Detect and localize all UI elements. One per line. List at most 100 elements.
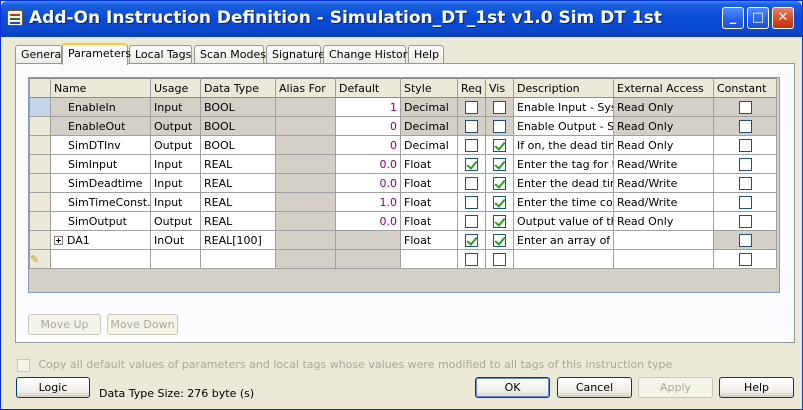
new-row-cell[interactable]	[457, 249, 486, 269]
tab-change-history[interactable]: Change History	[323, 45, 414, 64]
row-header[interactable]	[29, 211, 51, 231]
param-name-cell[interactable]: SimInput	[50, 154, 151, 174]
new-row-cell[interactable]	[400, 249, 458, 269]
help-button[interactable]: Help	[719, 377, 794, 398]
req-cell[interactable]	[457, 135, 486, 155]
row-header[interactable]	[29, 192, 51, 212]
param-name-cell[interactable]: EnableOut	[50, 116, 151, 136]
description-cell[interactable]: Enter the dead tim...	[513, 173, 614, 193]
style-cell[interactable]: Float	[400, 173, 458, 193]
description-cell[interactable]: If on, the dead tim...	[513, 135, 614, 155]
alias-for-cell[interactable]	[275, 116, 336, 136]
constant-cell[interactable]	[713, 154, 777, 174]
ok-button[interactable]: OK	[475, 377, 550, 398]
minimize-button[interactable]: _	[722, 7, 744, 29]
constant-checkbox[interactable]	[738, 119, 752, 133]
usage-cell[interactable]: Output	[150, 211, 201, 231]
new-row-cell[interactable]	[275, 249, 336, 269]
req-checkbox[interactable]	[465, 100, 478, 114]
constant-checkbox[interactable]	[738, 138, 752, 152]
param-name-cell[interactable]: SimDTInv	[50, 135, 151, 155]
alias-for-cell[interactable]	[275, 230, 336, 250]
usage-cell[interactable]: Output	[150, 116, 201, 136]
vis-cell[interactable]	[485, 230, 514, 250]
vis-cell[interactable]	[485, 211, 514, 231]
tab-general[interactable]: General	[15, 45, 64, 64]
col-header-default[interactable]: Default	[335, 78, 401, 98]
row-header[interactable]	[29, 135, 51, 155]
alias-for-cell[interactable]	[275, 154, 336, 174]
default-cell[interactable]: 0.0	[335, 211, 401, 231]
req-checkbox[interactable]	[465, 176, 478, 190]
constant-cell[interactable]	[713, 173, 777, 193]
data-type-cell[interactable]: REAL	[200, 173, 276, 193]
alias-for-cell[interactable]	[275, 192, 336, 212]
new-row-checkbox[interactable]	[493, 252, 506, 266]
default-cell[interactable]: 0	[335, 135, 401, 155]
external-access-cell[interactable]	[613, 230, 714, 250]
vis-checkbox[interactable]	[493, 176, 506, 190]
constant-checkbox[interactable]	[738, 233, 752, 247]
constant-cell[interactable]	[713, 97, 777, 117]
external-access-cell[interactable]: Read Only	[613, 211, 714, 231]
description-cell[interactable]: Enable Input - Sys...	[513, 97, 614, 117]
usage-cell[interactable]: InOut	[150, 230, 201, 250]
vis-cell[interactable]	[485, 97, 514, 117]
vis-cell[interactable]	[485, 173, 514, 193]
table-row[interactable]: EnableIn Input BOOL 1 Decimal Enable Input - …	[29, 97, 777, 117]
table-row[interactable]: SimOutput Output REAL 0.0 Float Output value …	[29, 211, 777, 231]
title-bar[interactable]: Add-On Instruction Definition - Simulati…	[1, 1, 802, 37]
style-cell[interactable]: Float	[400, 192, 458, 212]
maximize-button[interactable]: □	[747, 7, 769, 29]
req-cell[interactable]	[457, 192, 486, 212]
usage-cell[interactable]: Output	[150, 135, 201, 155]
vis-cell[interactable]	[485, 154, 514, 174]
req-checkbox[interactable]	[465, 214, 478, 228]
table-row[interactable]: SimTimeConst... Input REAL 1.0 Float Enter th…	[29, 192, 777, 212]
external-access-cell[interactable]: Read Only	[613, 116, 714, 136]
req-checkbox[interactable]	[465, 157, 478, 171]
data-type-cell[interactable]: BOOL	[200, 97, 276, 117]
new-row-cell[interactable]	[713, 249, 777, 269]
external-access-cell[interactable]: Read/Write	[613, 173, 714, 193]
row-header[interactable]	[29, 116, 51, 136]
new-row-cell[interactable]	[485, 249, 514, 269]
constant-cell[interactable]	[713, 116, 777, 136]
req-checkbox[interactable]	[465, 233, 478, 247]
col-header-style[interactable]: Style	[400, 78, 458, 98]
col-header-description[interactable]: Description	[513, 78, 614, 98]
constant-checkbox[interactable]	[738, 214, 752, 228]
default-cell[interactable]: 0.0	[335, 154, 401, 174]
col-header-data-type[interactable]: Data Type	[200, 78, 276, 98]
new-row-checkbox[interactable]	[465, 252, 478, 266]
data-type-cell[interactable]: REAL	[200, 211, 276, 231]
col-header-constant[interactable]: Constant	[713, 78, 777, 98]
alias-for-cell[interactable]	[275, 173, 336, 193]
param-name-cell[interactable]: SimOutput	[50, 211, 151, 231]
req-checkbox[interactable]	[465, 119, 478, 133]
req-cell[interactable]	[457, 211, 486, 231]
constant-checkbox[interactable]	[738, 176, 752, 190]
vis-checkbox[interactable]	[493, 100, 506, 114]
new-row-cell[interactable]	[613, 249, 714, 269]
constant-cell[interactable]	[713, 211, 777, 231]
col-header-req[interactable]: Req	[457, 78, 486, 98]
tab-signature[interactable]: Signature	[266, 45, 325, 64]
tab-parameters[interactable]: Parameters	[62, 43, 131, 65]
data-type-cell[interactable]: BOOL	[200, 135, 276, 155]
vis-checkbox[interactable]	[493, 157, 506, 171]
move-up-button[interactable]: Move Up	[28, 314, 101, 335]
param-name-cell[interactable]: SimDeadtime	[50, 173, 151, 193]
external-access-cell[interactable]: Read Only	[613, 135, 714, 155]
req-cell[interactable]	[457, 154, 486, 174]
constant-cell[interactable]	[713, 135, 777, 155]
col-header-external-access[interactable]: External Access	[613, 78, 714, 98]
style-cell[interactable]: Decimal	[400, 116, 458, 136]
vis-checkbox[interactable]	[493, 233, 506, 247]
copy-defaults-checkbox[interactable]	[17, 358, 30, 372]
alias-for-cell[interactable]	[275, 97, 336, 117]
cancel-button[interactable]: Cancel	[557, 377, 632, 398]
constant-checkbox[interactable]	[738, 157, 752, 171]
row-header[interactable]	[29, 173, 51, 193]
new-row-cell[interactable]	[335, 249, 401, 269]
